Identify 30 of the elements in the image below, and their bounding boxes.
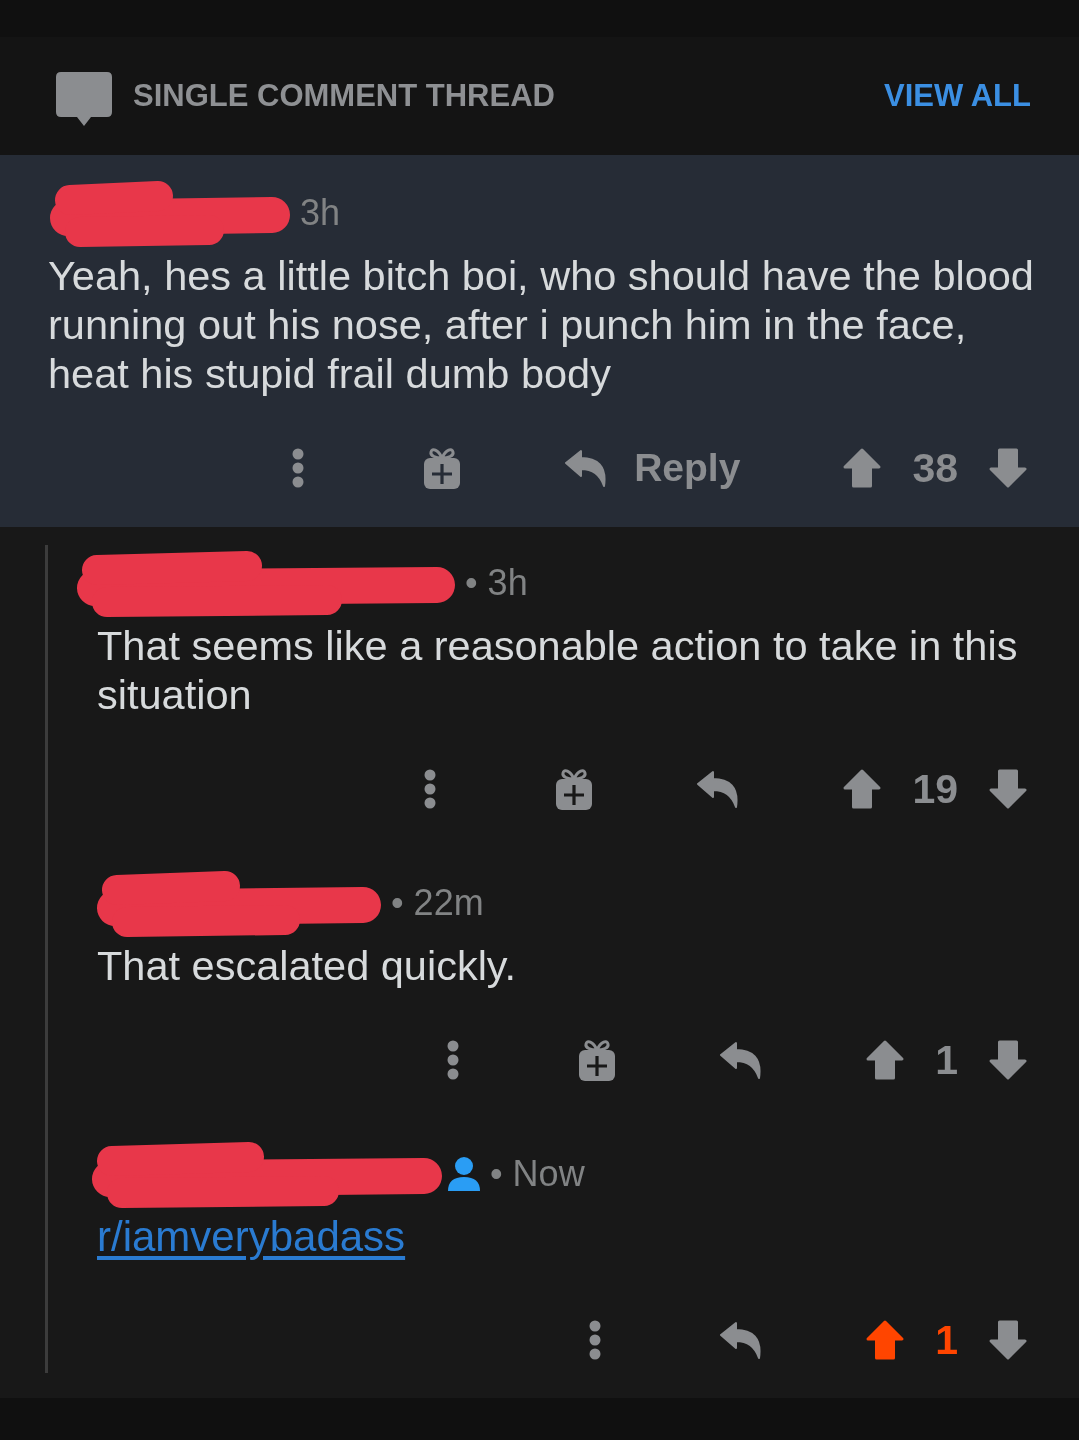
comment-time: 3h (300, 192, 341, 234)
more-options-icon[interactable] (589, 1320, 602, 1360)
gift-icon[interactable] (422, 446, 463, 490)
comment-text: That escalated quickly. (97, 941, 518, 990)
gift-icon[interactable] (577, 1038, 618, 1082)
vote-count: 38 (912, 444, 958, 492)
vote-count: 1 (935, 1316, 958, 1364)
more-options-icon[interactable] (447, 1040, 460, 1080)
comment-text: Yeah, hes a little bitch boi, who should have the blood running out his nose, after i punch him in the face, heat his stupid frail dumb body (48, 251, 1035, 398)
up-arrow-icon[interactable] (842, 768, 883, 810)
reply-button[interactable]: Reply (564, 446, 741, 490)
view-all-link[interactable]: VIEW ALL (884, 78, 1031, 114)
vote-count: 1 (935, 1036, 958, 1084)
comment-time: • 22m (391, 882, 484, 924)
up-arrow-icon[interactable] (865, 1319, 906, 1361)
down-arrow-icon[interactable] (988, 447, 1028, 489)
comment-text: That seems like a reasonable action to take in this situation (97, 621, 1019, 719)
down-arrow-icon[interactable] (988, 1319, 1028, 1361)
up-arrow-icon[interactable] (842, 447, 883, 489)
more-options-icon[interactable] (292, 448, 305, 488)
more-options-icon[interactable] (424, 769, 437, 809)
down-arrow-icon[interactable] (988, 1039, 1028, 1081)
comment-time: • Now (490, 1153, 585, 1195)
gift-icon[interactable] (554, 767, 595, 811)
vote-count: 19 (912, 765, 958, 813)
comment-time: • 3h (465, 562, 528, 604)
up-arrow-icon[interactable] (865, 1039, 906, 1081)
subreddit-link[interactable]: r/iamverybadass (97, 1213, 406, 1260)
thread-title: SINGLE COMMENT THREAD (133, 78, 555, 114)
down-arrow-icon[interactable] (988, 768, 1028, 810)
